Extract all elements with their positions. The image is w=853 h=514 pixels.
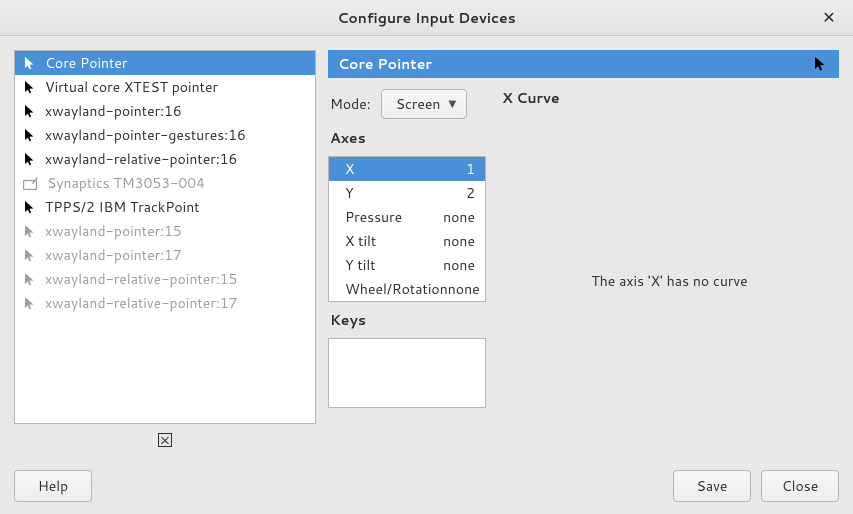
cursor-icon <box>23 56 37 70</box>
cursor-icon <box>23 248 37 262</box>
close-window-button[interactable]: ✕ <box>815 0 843 35</box>
device-label: xwayland-relative-pointer:17 <box>45 293 237 313</box>
axes-section-label: Axes <box>328 126 486 150</box>
mode-combobox[interactable]: Screen ▼ <box>381 89 467 119</box>
keys-section-label: Keys <box>328 308 486 332</box>
axis-value: none <box>443 255 475 275</box>
axis-value: 1 <box>466 159 475 179</box>
device-row[interactable]: Synaptics TM3053-004 <box>15 171 315 195</box>
status-indicator-icon <box>158 433 172 447</box>
detail-title: Core Pointer <box>338 54 432 74</box>
cursor-icon <box>813 56 829 72</box>
device-label: Core Pointer <box>45 53 127 73</box>
device-label: xwayland-relative-pointer:15 <box>45 269 237 289</box>
axis-name: Y tilt <box>345 255 376 275</box>
device-label: Synaptics TM3053-004 <box>47 173 205 193</box>
close-button[interactable]: Close <box>761 470 839 502</box>
device-label: xwayland-pointer:17 <box>45 245 182 265</box>
close-icon: ✕ <box>822 6 835 29</box>
axis-row[interactable]: Y2 <box>329 181 485 205</box>
tablet-icon <box>23 176 39 190</box>
mode-row: Mode: Screen ▼ <box>328 88 486 120</box>
cursor-icon <box>23 296 37 310</box>
cursor-icon <box>23 104 37 118</box>
axis-row[interactable]: Wheel/Rotationnone <box>329 277 485 301</box>
axis-value: none <box>443 231 475 251</box>
axis-value: none <box>443 207 475 227</box>
device-list-footer <box>14 430 316 450</box>
detail-header: Core Pointer <box>328 50 839 78</box>
device-label: TPPS/2 IBM TrackPoint <box>45 197 200 217</box>
device-row[interactable]: xwayland-relative-pointer:16 <box>15 147 315 171</box>
device-row[interactable]: xwayland-pointer-gestures:16 <box>15 123 315 147</box>
title-bar: Configure Input Devices ✕ <box>0 0 853 36</box>
keys-list[interactable] <box>328 338 486 408</box>
axis-name: X tilt <box>345 231 376 251</box>
device-row[interactable]: Virtual core XTEST pointer <box>15 75 315 99</box>
axis-row[interactable]: X tilt none <box>329 229 485 253</box>
device-list[interactable]: Core Pointer Virtual core XTEST pointer xw… <box>14 50 316 424</box>
device-row[interactable]: Core Pointer <box>15 51 315 75</box>
device-row[interactable]: xwayland-relative-pointer:17 <box>15 291 315 315</box>
cursor-icon <box>23 272 37 286</box>
axis-name: Y <box>345 183 354 203</box>
device-label: xwayland-pointer-gestures:16 <box>45 125 246 145</box>
cursor-icon <box>23 80 37 94</box>
device-label: Virtual core XTEST pointer <box>45 77 218 97</box>
device-label: xwayland-pointer:16 <box>45 101 182 121</box>
chevron-down-icon: ▼ <box>448 97 456 111</box>
axis-name: Pressure <box>345 207 402 227</box>
cursor-icon <box>23 128 37 142</box>
axis-value: 2 <box>466 183 475 203</box>
device-label: xwayland-relative-pointer:16 <box>45 149 237 169</box>
cursor-icon <box>23 200 37 214</box>
device-row[interactable]: xwayland-pointer:16 <box>15 99 315 123</box>
axis-row[interactable]: Pressure none <box>329 205 485 229</box>
curve-empty-message: The axis 'X' has no curve <box>591 271 747 291</box>
axes-list[interactable]: X1Y2PressurenoneX tiltnoneY tiltnoneWhee… <box>328 156 486 302</box>
axis-name: X <box>345 159 354 179</box>
device-row[interactable]: xwayland-pointer:15 <box>15 219 315 243</box>
mode-label: Mode: <box>330 94 371 114</box>
axis-value: none <box>448 279 480 299</box>
device-row[interactable]: TPPS/2 IBM TrackPoint <box>15 195 315 219</box>
axis-name: Wheel/Rotation <box>345 279 448 299</box>
axis-row[interactable]: Y tilt none <box>329 253 485 277</box>
axis-row[interactable]: X1 <box>329 157 485 181</box>
save-button[interactable]: Save <box>673 470 751 502</box>
mode-value: Screen <box>396 94 441 114</box>
cursor-icon <box>23 152 37 166</box>
cursor-icon <box>23 224 37 238</box>
device-label: xwayland-pointer:15 <box>45 221 182 241</box>
device-row[interactable]: xwayland-relative-pointer:15 <box>15 267 315 291</box>
help-button[interactable]: Help <box>14 470 92 502</box>
device-row[interactable]: xwayland-pointer:17 <box>15 243 315 267</box>
dialog-body: Core Pointer Virtual core XTEST pointer xw… <box>0 36 853 514</box>
window-title: Configure Input Devices <box>337 8 515 28</box>
curve-area: The axis 'X' has no curve <box>500 112 839 450</box>
curve-title: X Curve <box>500 88 839 112</box>
